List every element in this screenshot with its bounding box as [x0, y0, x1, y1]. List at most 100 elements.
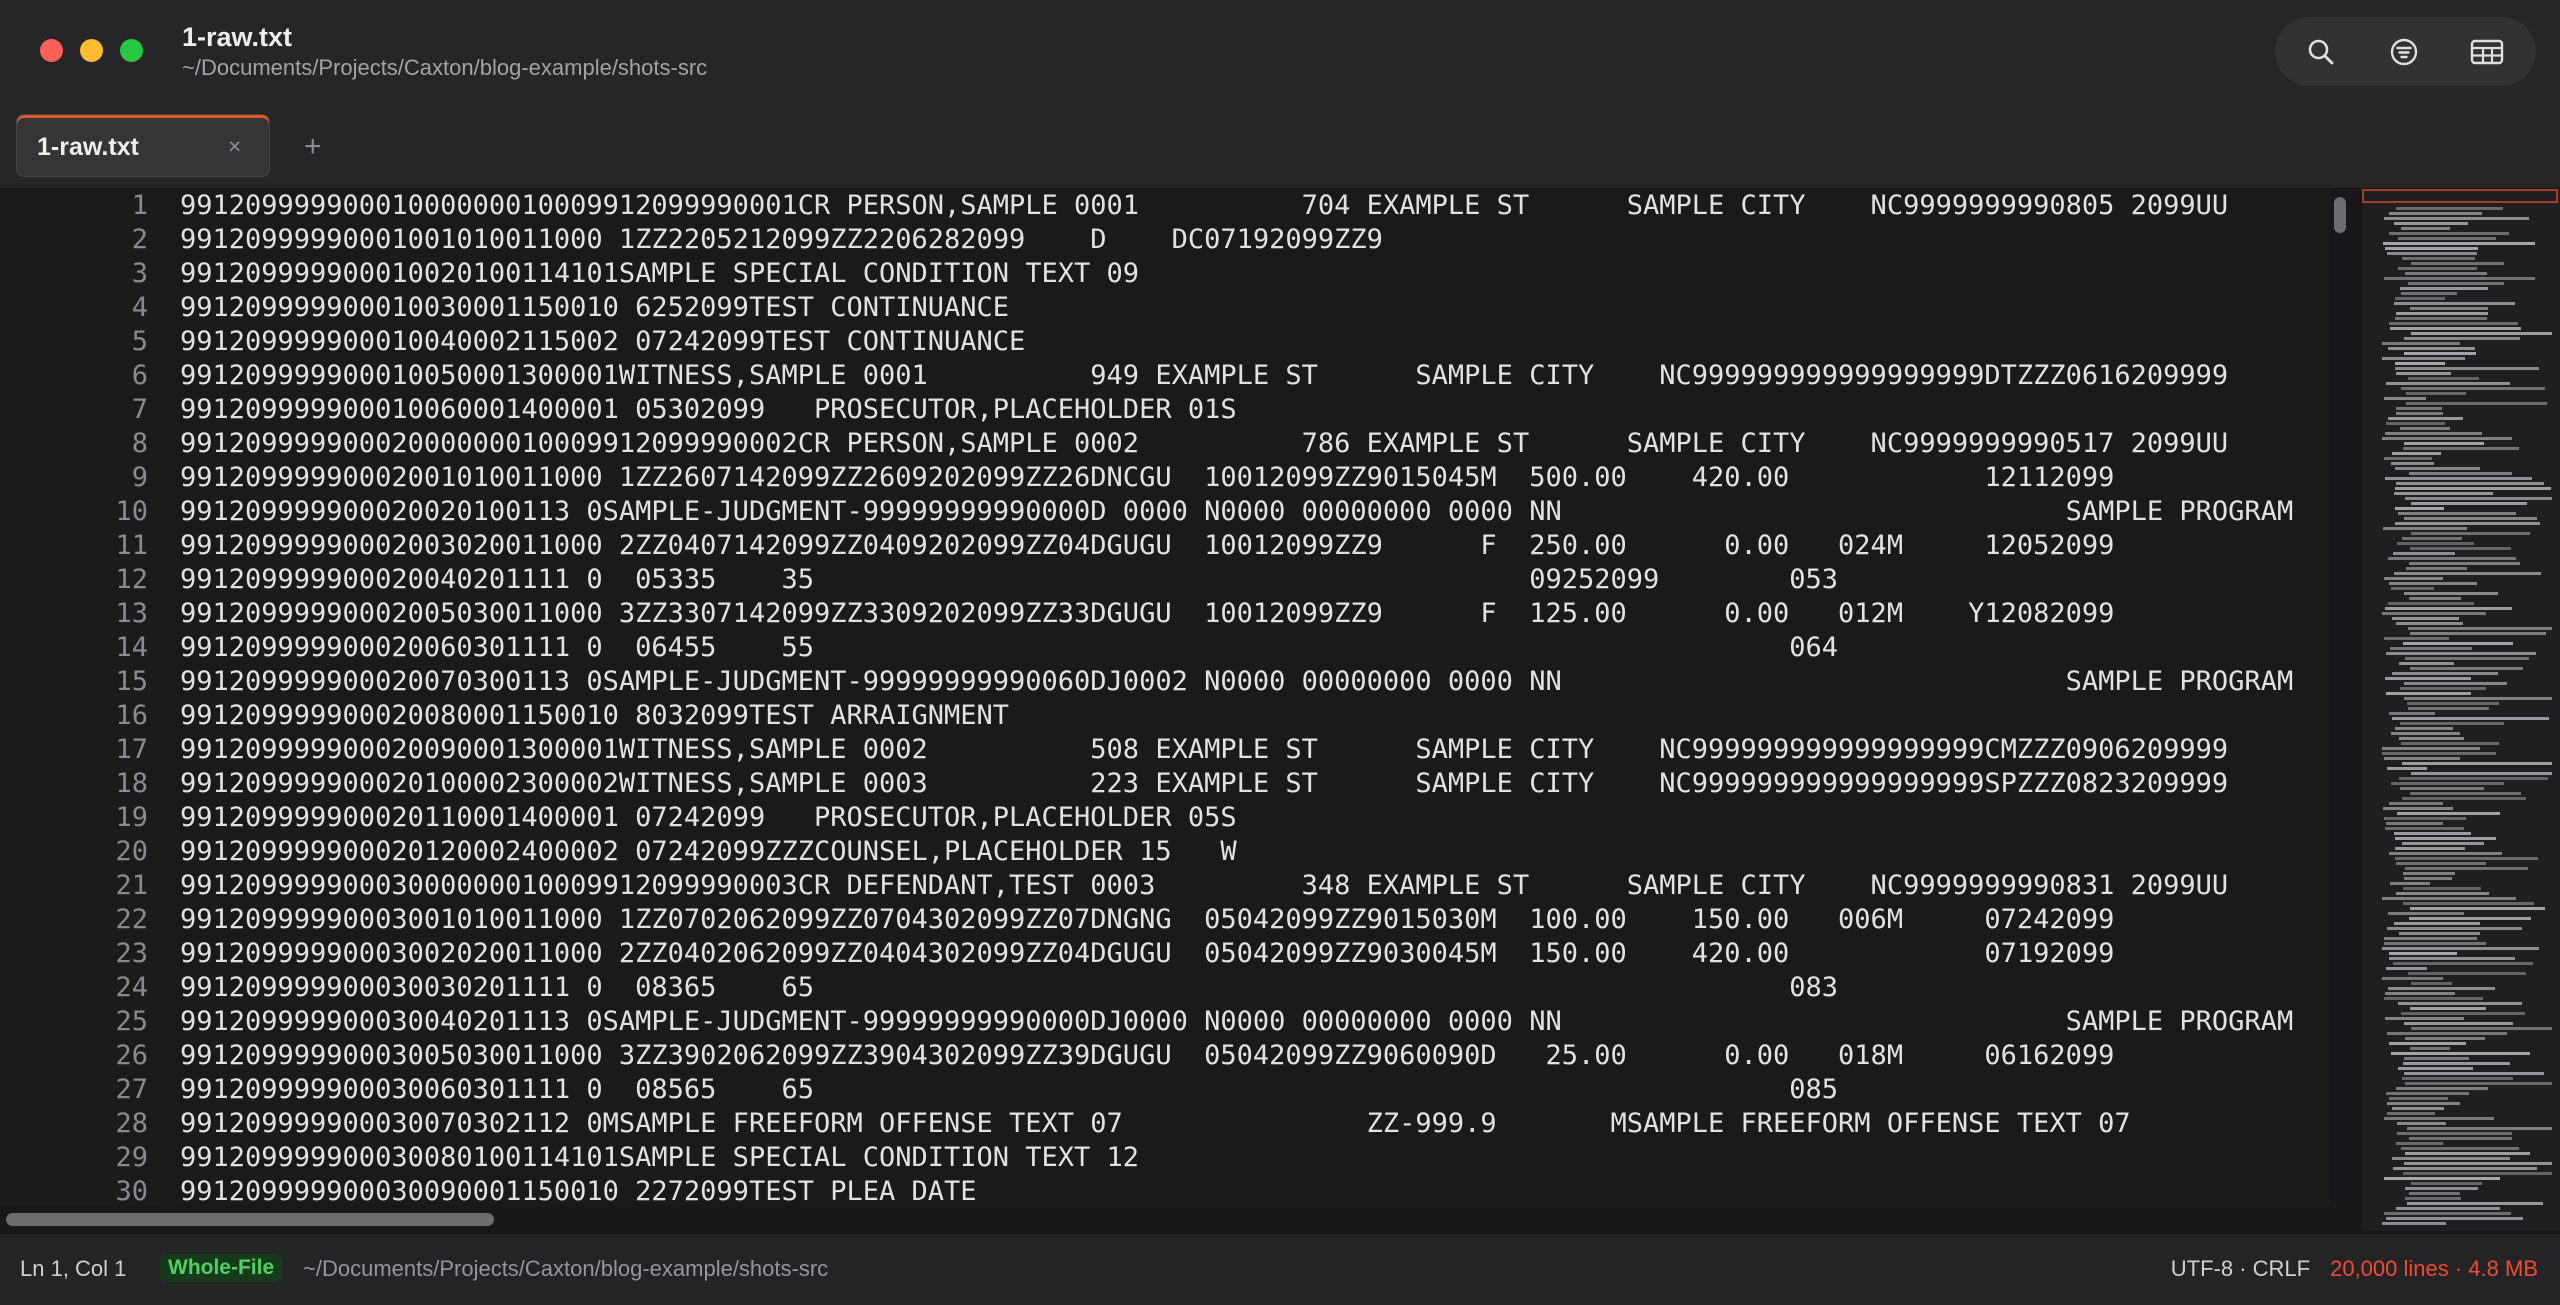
minimap-line — [2395, 467, 2480, 470]
editor-line[interactable]: 17 991209999900020090001300001WITNESS,SAM… — [0, 733, 2330, 767]
editor-line[interactable]: 27 991209999900030060301111 0 08565 65 08… — [0, 1073, 2330, 1107]
minimap-line — [2386, 382, 2510, 385]
line-number: 22 — [115, 904, 148, 935]
editor-line[interactable]: 14 991209999900020060301111 0 06455 55 06… — [0, 631, 2330, 665]
minimap-viewport[interactable] — [2362, 189, 2558, 203]
minimap-line — [2403, 902, 2534, 905]
minimize-window-button[interactable] — [80, 39, 103, 62]
new-tab-button[interactable]: + — [304, 130, 322, 164]
minimap-line — [2383, 242, 2535, 245]
editor-line[interactable]: 6 991209999900010050001300001WITNESS,SAMP… — [0, 359, 2330, 393]
editor-line[interactable]: 20 991209999900020120002400002 07242099ZZ… — [0, 835, 2330, 869]
editor-line[interactable]: 2 99120999990001001010011000 1ZZ220521209… — [0, 223, 2330, 257]
minimap-line — [2394, 222, 2468, 225]
minimap-line — [2402, 762, 2552, 765]
minimap-line — [2401, 1012, 2525, 1015]
minimap-line — [2398, 512, 2516, 515]
editor-line[interactable]: 18 991209999900020100002300002WITNESS,SAM… — [0, 767, 2330, 801]
editor-line[interactable]: 15 991209999900020070300113 0SAMPLE-JUDGM… — [0, 665, 2330, 699]
line-number: 19 — [115, 802, 148, 833]
minimap-line — [2409, 1137, 2512, 1140]
editor-line[interactable]: 26 99120999990003005030011000 3ZZ39020620… — [0, 1039, 2330, 1073]
line-text: 991209999900020070300113 0SAMPLE-JUDGMEN… — [180, 666, 2294, 697]
minimap-line — [2391, 587, 2434, 590]
minimap-line — [2384, 217, 2529, 220]
minimap-line — [2405, 1082, 2552, 1085]
editor-line[interactable]: 12 991209999900020040201111 0 05335 35 09… — [0, 563, 2330, 597]
minimap-line — [2387, 767, 2427, 770]
minimap-line — [2404, 517, 2537, 520]
line-number: 6 — [131, 360, 148, 391]
minimap[interactable] — [2362, 189, 2560, 1231]
minimap-line — [2384, 942, 2486, 945]
editor-line[interactable]: 1 99120999990001000000010009912099990001C… — [0, 189, 2330, 223]
filter-icon — [2390, 38, 2418, 66]
minimap-line — [2382, 342, 2460, 345]
editor-line[interactable]: 19 991209999900020110001400001 07242099 P… — [0, 801, 2330, 835]
editor-line[interactable]: 5 991209999900010040002115002 07242099TES… — [0, 325, 2330, 359]
minimap-line — [2395, 487, 2551, 490]
line-number: 27 — [115, 1074, 148, 1105]
minimap-line — [2387, 927, 2522, 930]
encoding-label[interactable]: UTF-8 · CRLF — [2171, 1256, 2310, 1281]
minimap-line — [2396, 312, 2488, 315]
minimap-line — [2404, 442, 2484, 445]
minimap-line — [2411, 772, 2552, 775]
editor-line[interactable]: 4 991209999900010030001150010 6252099TEST… — [0, 291, 2330, 325]
editor-line[interactable]: 7 991209999900010060001400001 05302099 PR… — [0, 393, 2330, 427]
minimap-line — [2410, 1007, 2486, 1010]
mode-badge[interactable]: Whole-File — [160, 1254, 283, 1282]
line-number: 18 — [115, 768, 148, 799]
editor-line[interactable]: 8 99120999990002000000010009912099990002C… — [0, 427, 2330, 461]
minimap-line — [2395, 507, 2444, 510]
minimap-line — [2396, 372, 2451, 375]
search-button[interactable] — [2298, 29, 2344, 75]
horizontal-scrollbar[interactable] — [0, 1208, 2330, 1230]
table-view-button[interactable] — [2464, 29, 2510, 75]
minimap-line — [2388, 557, 2516, 560]
tab-close-icon[interactable]: × — [228, 133, 241, 160]
minimap-line — [2405, 1152, 2530, 1155]
editor-line[interactable]: 30 991209999900030090001150010 2272099TES… — [0, 1175, 2330, 1205]
minimap-line — [2389, 322, 2518, 325]
text-editor[interactable]: 1 99120999990001000000010009912099990001C… — [0, 189, 2330, 1205]
minimap-line — [2402, 1077, 2513, 1080]
minimap-line — [2404, 337, 2520, 340]
editor-line[interactable]: 3 991209999900010020100114101SAMPLE SPECI… — [0, 257, 2330, 291]
minimap-line — [2384, 277, 2535, 280]
editor-line[interactable]: 11 99120999990002003020011000 2ZZ04071420… — [0, 529, 2330, 563]
editor-line[interactable]: 24 991209999900030030201111 0 08365 65 08… — [0, 971, 2330, 1005]
editor-line[interactable]: 16 991209999900020080001150010 8032099TES… — [0, 699, 2330, 733]
minimap-line — [2389, 952, 2457, 955]
minimap-line — [2408, 377, 2479, 380]
window-path: ~/Documents/Projects/Caxton/blog-example… — [182, 55, 708, 80]
editor-line[interactable]: 28 991209999900030070302112 0MSAMPLE FREE… — [0, 1107, 2330, 1141]
filter-button[interactable] — [2381, 29, 2427, 75]
vertical-scrollbar[interactable] — [2330, 189, 2352, 1205]
vertical-scrollbar-thumb[interactable] — [2334, 197, 2346, 233]
tab-1-raw-txt[interactable]: 1-raw.txt × — [16, 114, 270, 177]
minimap-line — [2402, 797, 2526, 800]
editor-line[interactable]: 10 991209999900020020100113 0SAMPLE-JUDGM… — [0, 495, 2330, 529]
horizontal-scrollbar-thumb[interactable] — [6, 1213, 494, 1226]
minimap-line — [2382, 357, 2465, 360]
editor-line[interactable]: 9 99120999990002001010011000 1ZZ260714209… — [0, 461, 2330, 495]
close-window-button[interactable] — [40, 39, 63, 62]
editor-line[interactable]: 23 99120999990003002020011000 2ZZ04020620… — [0, 937, 2330, 971]
line-number: 25 — [115, 1006, 148, 1037]
editor-line[interactable]: 22 99120999990003001010011000 1ZZ07020620… — [0, 903, 2330, 937]
editor-line[interactable]: 29 991209999900030080100114101SAMPLE SPEC… — [0, 1141, 2330, 1175]
line-text: 991209999900010040002115002 07242099TEST… — [180, 326, 1026, 357]
minimap-line — [2386, 1092, 2469, 1095]
editor-line[interactable]: 13 99120999990002005030011000 3ZZ33071420… — [0, 597, 2330, 631]
minimap-line — [2394, 492, 2493, 495]
editor-line[interactable]: 25 991209999900030040201113 0SAMPLE-JUDGM… — [0, 1005, 2330, 1039]
line-text: 99120999990001000000010009912099990001CR… — [180, 190, 2229, 221]
minimap-line — [2382, 752, 2496, 755]
minimap-line — [2402, 842, 2484, 845]
maximize-window-button[interactable] — [120, 39, 143, 62]
minimap-line — [2403, 447, 2519, 450]
cursor-position[interactable]: Ln 1, Col 1 — [20, 1256, 126, 1282]
editor-line[interactable]: 21 99120999990003000000010009912099990003… — [0, 869, 2330, 903]
line-text: 99120999990002001010011000 1ZZ2607142099… — [180, 462, 2115, 493]
